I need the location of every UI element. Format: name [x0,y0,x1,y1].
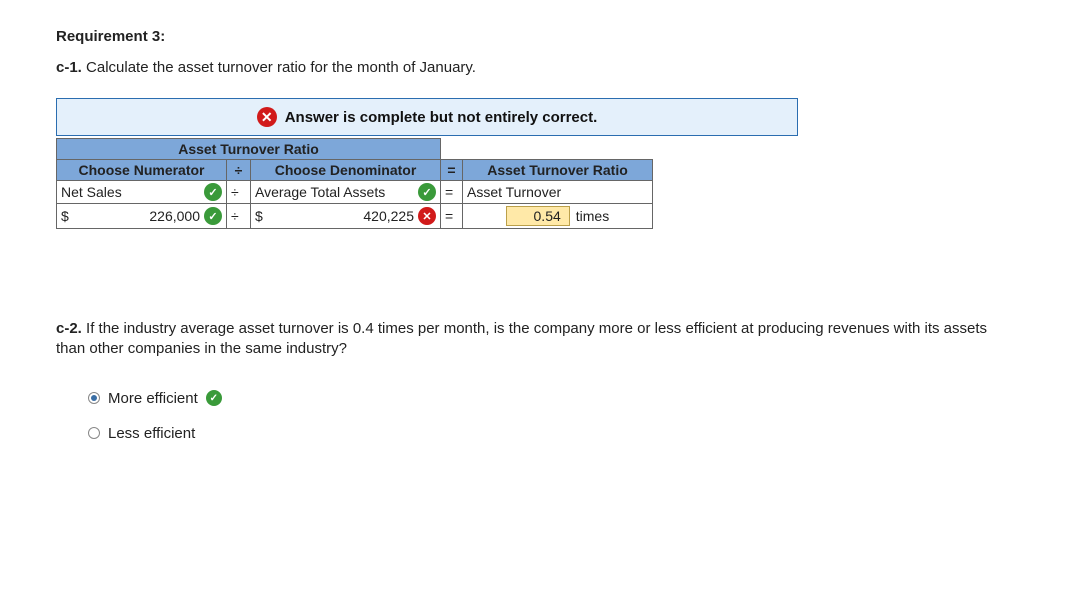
radio-icon [88,427,100,439]
c1-text: Calculate the asset turnover ratio for t… [86,59,476,76]
check-icon: ✓ [418,183,436,201]
op-equals: = [441,181,463,204]
option-label: Less efficient [108,425,195,442]
c2-options: More efficient ✓ Less efficient [88,390,1014,442]
denominator-val-cell[interactable]: $ 420,225 ✕ [251,204,441,229]
option-less-efficient[interactable]: Less efficient [88,425,1014,442]
op-divide: ÷ [227,204,251,229]
op-equals: = [441,204,463,229]
table-row: $ 226,000 ✓ ÷ $ 420,225 ✕ = 0.54 times [57,204,653,229]
check-icon: ✓ [206,390,222,406]
option-more-efficient[interactable]: More efficient ✓ [88,390,1014,407]
numerator-desc-cell[interactable]: Net Sales ✓ [57,181,227,204]
c2-label: c-2. [56,320,82,337]
table-title: Asset Turnover Ratio [57,139,441,160]
result-unit: times [576,208,609,224]
denominator-desc: Average Total Assets [255,184,385,200]
c2-prompt: c-2. If the industry average asset turno… [56,319,1014,360]
x-icon: ✕ [257,107,277,127]
c1-label: c-1. [56,59,82,76]
c2-text: If the industry average asset turnover i… [56,320,987,357]
op-divide: ÷ [227,181,251,204]
hdr-denominator: Choose Denominator [251,160,441,181]
numerator-value: 226,000 [73,208,200,224]
requirement-heading: Requirement 3: [56,28,1014,45]
hdr-numerator: Choose Numerator [57,160,227,181]
result-val-cell: 0.54 times [463,204,653,229]
table-row: Net Sales ✓ ÷ Average Total Assets ✓ = A… [57,181,653,204]
check-icon: ✓ [204,183,222,201]
currency-symbol: $ [61,208,69,224]
x-icon: ✕ [418,207,436,225]
hdr-result: Asset Turnover Ratio [463,160,653,181]
status-text: Answer is complete but not entirely corr… [285,109,598,126]
result-desc: Asset Turnover [463,181,653,204]
asset-turnover-table: Asset Turnover Ratio Choose Numerator ÷ … [56,138,653,229]
denominator-value: 420,225 [267,208,414,224]
c1-prompt: c-1. Calculate the asset turnover ratio … [56,59,1014,76]
result-value: 0.54 [506,206,570,226]
numerator-val-cell[interactable]: $ 226,000 ✓ [57,204,227,229]
currency-symbol: $ [255,208,263,224]
radio-icon [88,392,100,404]
status-banner: ✕ Answer is complete but not entirely co… [56,98,798,136]
check-icon: ✓ [204,207,222,225]
denominator-desc-cell[interactable]: Average Total Assets ✓ [251,181,441,204]
hdr-divide: ÷ [227,160,251,181]
hdr-equals: = [441,160,463,181]
option-label: More efficient [108,390,198,407]
numerator-desc: Net Sales [61,184,122,200]
